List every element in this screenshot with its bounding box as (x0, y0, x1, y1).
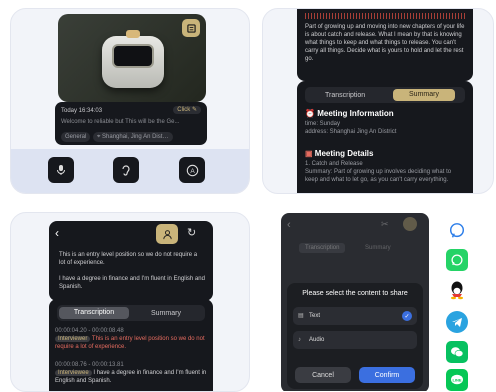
wechat-icon[interactable] (446, 341, 468, 363)
confirm-button[interactable]: Confirm (359, 367, 415, 383)
whatsapp-icon[interactable] (446, 249, 468, 271)
summary-card: Transcription Summary ⏰ Meeting Informat… (297, 81, 473, 193)
translation-source: This is an entry level position so we do… (59, 252, 198, 266)
list-item[interactable]: 00:00:08.76 - 00:00:13.81 Interviewee I … (55, 361, 207, 385)
detail-summary: Summary: Part of growing up involves dec… (305, 169, 452, 183)
refresh-icon: ↻ (187, 227, 197, 239)
telegram-icon[interactable] (446, 311, 468, 333)
translate-button[interactable]: A (179, 157, 205, 183)
entry-time: 00:00:04.20 - 00:00:08.48 (55, 328, 124, 334)
speaker-badge: Interviewee (55, 370, 92, 376)
listen-button[interactable] (113, 157, 139, 183)
tab-transcription[interactable]: Transcription (325, 91, 365, 100)
translation-card: ‹ ↻ This is an entry level position so w… (49, 221, 213, 301)
share-dialog: Please select the content to share ▤ Tex… (287, 283, 423, 389)
meeting-info: ⏰ Meeting Information time: Sunday addre… (305, 109, 465, 136)
meeting-info-heading: Meeting Information (317, 109, 394, 118)
meeting-details-heading: Meeting Details (314, 149, 374, 158)
panel-share: ‹ ✂ Transcription Summary Please select … (262, 212, 494, 392)
toolbar: A (11, 149, 249, 193)
checkmark-icon: ✓ (402, 311, 412, 321)
option-audio-label: Audio (309, 337, 325, 343)
speaker-button[interactable] (156, 224, 178, 244)
refresh-button[interactable]: ↻ (187, 226, 196, 239)
recording-meta[interactable]: Today 16:34:03 Click ✎ Welcome to reliab… (55, 102, 207, 145)
back-icon: ‹ (287, 219, 291, 231)
person-icon: ✂ (381, 219, 389, 229)
panel-device: Today 16:34:03 Click ✎ Welcome to reliab… (10, 8, 250, 194)
back-icon: ‹ (55, 226, 59, 240)
dialog-title: Please select the content to share (302, 290, 408, 297)
back-button[interactable]: ‹ (55, 226, 59, 240)
recording-time: Today 16:34:03 (61, 108, 103, 114)
note-button[interactable] (182, 19, 200, 37)
audio-waveform (305, 13, 465, 19)
dimmed-header: ‹ ✂ Transcription Summary (281, 213, 429, 273)
entry-time: 00:00:08.76 - 00:00:13.81 (55, 362, 124, 368)
translation-reply: I have a degree in finance and I'm fluen… (59, 276, 205, 290)
edit-label: Click (177, 107, 191, 113)
note-icon (186, 23, 196, 33)
recording-preview: Welcome to reliable but This will be the… (61, 119, 180, 125)
qq-icon[interactable] (447, 279, 467, 301)
list-item[interactable]: 00:00:04.20 - 00:00:08.48 Interviewer Th… (55, 327, 207, 351)
clock-icon: ⏰ (305, 109, 315, 118)
detail-item: 1. Catch and Release (305, 161, 363, 167)
share-apps: LINE (443, 219, 471, 391)
meeting-time: time: Sunday (305, 121, 341, 127)
refresh-icon (403, 217, 417, 231)
panel-summary: Part of growing up and moving into new c… (262, 8, 494, 194)
svg-text:A: A (190, 167, 195, 174)
transcription-list: Transcription Summary 00:00:04.20 - 00:0… (49, 299, 213, 391)
tab-transcription[interactable]: Transcription (59, 307, 129, 319)
audio-icon: ♪ (298, 337, 301, 343)
location-label: Shanghai, Jing An District (102, 134, 171, 140)
person-icon (162, 229, 172, 239)
option-audio[interactable]: ♪ Audio (293, 331, 417, 349)
tab-summary[interactable]: Summary (393, 89, 455, 101)
line-icon[interactable]: LINE (446, 369, 468, 391)
option-text[interactable]: ▤ Text ✓ (293, 307, 417, 325)
share-screen: ‹ ✂ Transcription Summary Please select … (281, 213, 429, 391)
microphone-icon (57, 165, 65, 175)
tab-summary: Summary (365, 245, 391, 251)
calendar-icon: ▣ (305, 149, 313, 158)
translate-icon: A (186, 164, 198, 176)
text-icon: ▤ (298, 313, 304, 319)
speaker-badge: Interviewer (55, 336, 91, 342)
svg-text:LINE: LINE (452, 377, 461, 382)
location-chip[interactable]: ⌖ Shanghai, Jing An District (93, 132, 173, 142)
tab-summary[interactable]: Summary (151, 309, 181, 318)
meeting-address: address: Shanghai Jing An District (305, 129, 397, 135)
meeting-details: ▣ Meeting Details 1. Catch and Release S… (305, 149, 465, 184)
option-text-label: Text (309, 313, 321, 319)
tab-transcription: Transcription (299, 243, 346, 253)
device-photo (58, 14, 206, 102)
record-button[interactable] (48, 157, 74, 183)
tab-bar: Transcription Summary (305, 87, 465, 103)
tab-bar: Transcription Summary (57, 305, 205, 321)
device-image (102, 30, 164, 88)
edit-chip[interactable]: Click ✎ (173, 106, 201, 114)
transcript-text: Part of growing up and moving into new c… (305, 24, 465, 62)
messenger-icon[interactable] (447, 221, 467, 241)
panel-transcription: ‹ ↻ This is an entry level position so w… (10, 212, 250, 392)
ear-icon (122, 165, 130, 176)
cancel-button[interactable]: Cancel (295, 367, 351, 383)
category-chip[interactable]: General (61, 132, 91, 142)
transcript-card: Part of growing up and moving into new c… (297, 9, 473, 81)
